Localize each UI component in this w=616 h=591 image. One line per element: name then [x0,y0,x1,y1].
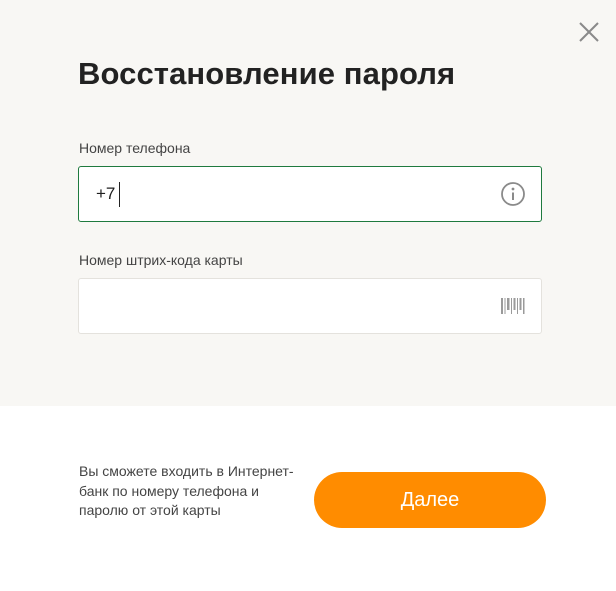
phone-label: Номер телефона [79,140,191,156]
info-icon[interactable] [500,181,526,207]
text-caret [119,182,120,207]
close-icon[interactable] [576,19,602,45]
barcode-label: Номер штрих-кода карты [79,252,243,268]
phone-prefix: +7 [96,184,116,203]
page-title: Восстановление пароля [78,56,456,91]
barcode-input[interactable] [95,279,495,333]
next-button[interactable]: Далее [314,472,546,528]
phone-input[interactable] [123,167,483,221]
phone-field[interactable]: +7 [78,166,542,222]
barcode-field[interactable] [78,278,542,334]
barcode-icon [500,296,526,316]
login-hint: Вы сможете входить в Интернет-банк по но… [79,463,294,518]
